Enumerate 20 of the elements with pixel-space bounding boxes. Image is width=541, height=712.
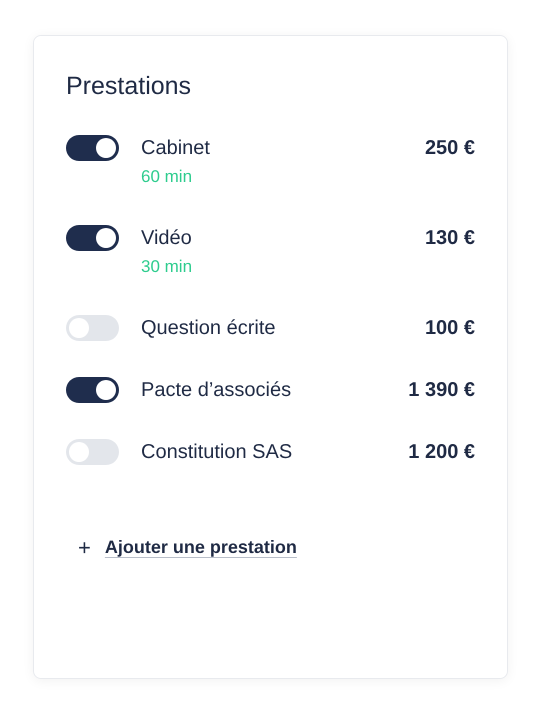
toggle-switch[interactable]	[66, 135, 119, 161]
service-price: 250 €	[424, 136, 475, 161]
toggle-switch[interactable]	[66, 439, 119, 465]
service-price: 1 200 €	[408, 440, 475, 465]
toggle-switch[interactable]	[66, 225, 119, 251]
service-duration: 30 min	[141, 256, 194, 278]
service-name: Question écrite	[141, 316, 277, 341]
toggle-switch[interactable]	[66, 377, 119, 403]
plus-icon: +	[78, 536, 91, 558]
service-name: Cabinet	[141, 136, 211, 161]
service-price: 130 €	[424, 226, 475, 251]
service-name: Constitution SAS	[141, 440, 294, 465]
service-name: Pacte d’associés	[141, 378, 292, 403]
card-title: Prestations	[66, 71, 192, 102]
toggle-switch[interactable]	[66, 315, 119, 341]
add-service-link[interactable]: Ajouter une prestation	[104, 534, 297, 561]
service-name: Vidéo	[141, 226, 193, 251]
service-duration: 60 min	[141, 166, 194, 188]
service-price: 100 €	[424, 316, 475, 341]
service-price: 1 390 €	[408, 378, 475, 403]
